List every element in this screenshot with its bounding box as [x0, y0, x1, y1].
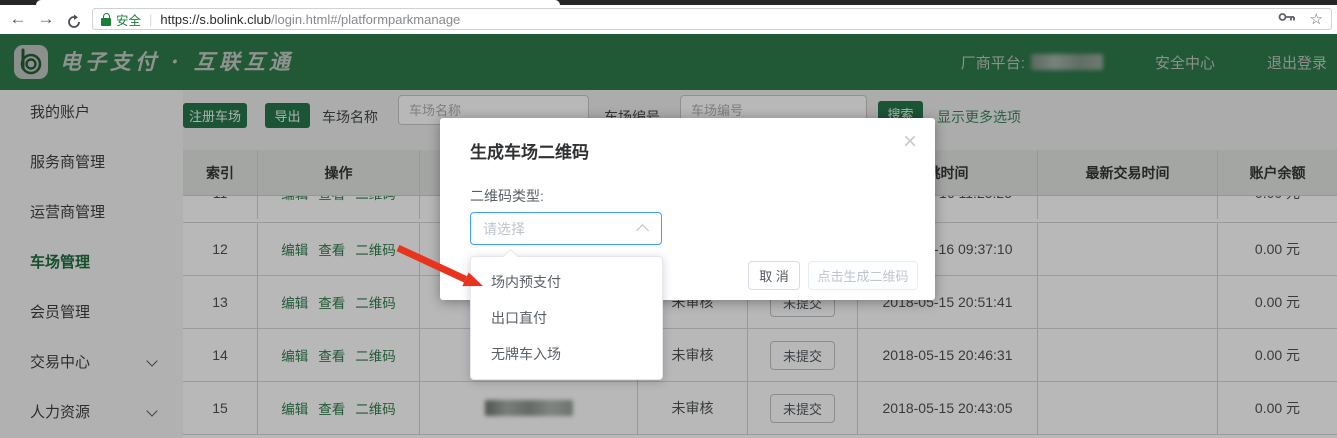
option-exit-direct-pay[interactable]: 出口直付 — [471, 300, 662, 336]
browser-tab-strip — [0, 0, 1337, 5]
browser-forward-icon[interactable]: → — [34, 5, 58, 34]
password-key-icon[interactable] — [1278, 10, 1296, 28]
security-label: 安全 — [116, 10, 141, 29]
select-placeholder: 请选择 — [483, 219, 638, 239]
select-dropdown-panel: 场内预支付 出口直付 无牌车入场 — [470, 256, 663, 380]
red-arrow-annotation — [388, 236, 498, 298]
generate-qrcode-button[interactable]: 点击生成二维码 — [808, 261, 918, 290]
address-bar[interactable]: 安全 | https://s.bolink.club /login.html#/… — [92, 8, 1332, 30]
chevron-up-icon — [636, 224, 649, 237]
bookmark-star-icon[interactable]: ☆ — [1310, 10, 1323, 28]
cancel-button[interactable]: 取 消 — [748, 261, 800, 290]
address-separator: | — [149, 12, 152, 27]
url-origin: https://s.bolink.club — [160, 12, 271, 27]
option-in-park-prepay[interactable]: 场内预支付 — [471, 264, 662, 300]
url-path: /login.html#/platformparkmanage — [271, 12, 460, 27]
qrcode-type-select[interactable]: 请选择 — [470, 212, 662, 245]
browser-chrome: ← → 安全 | https://s.bolink.club /login.ht… — [0, 0, 1337, 34]
lock-icon — [101, 13, 111, 26]
qrcode-type-label: 二维码类型: — [470, 186, 544, 206]
browser-reload-icon[interactable] — [62, 5, 86, 34]
dialog-title: 生成车场二维码 — [470, 138, 589, 163]
option-unlicensed-entry[interactable]: 无牌车入场 — [471, 336, 662, 372]
close-icon[interactable]: × — [903, 128, 917, 156]
browser-back-icon[interactable]: ← — [6, 5, 30, 34]
browser-active-tab[interactable] — [36, 0, 560, 5]
